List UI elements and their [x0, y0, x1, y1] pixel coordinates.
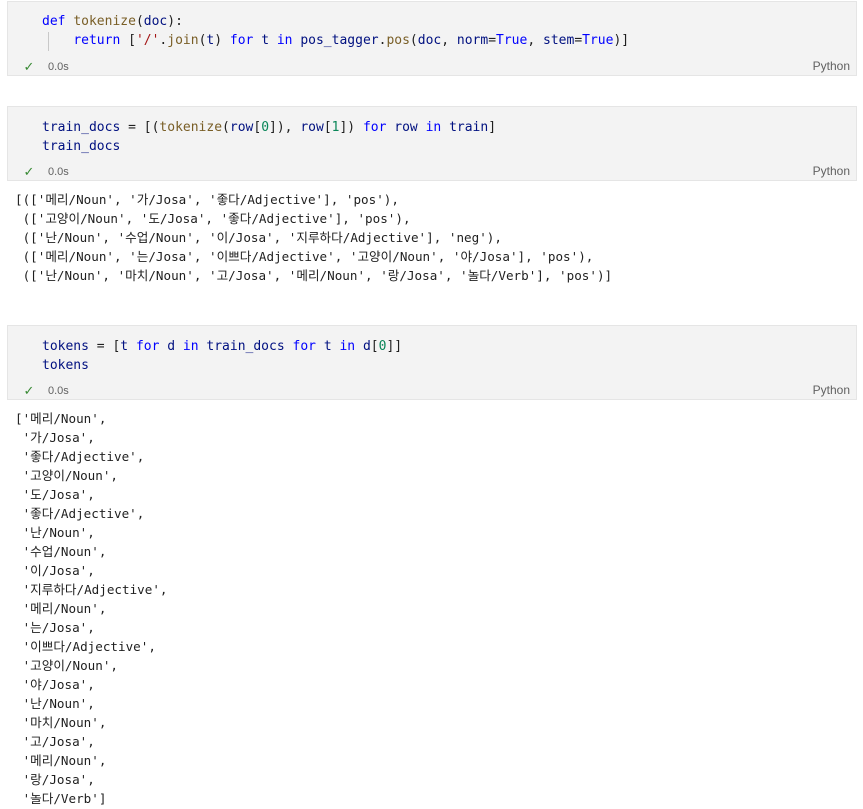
code-token: tokenize	[159, 120, 223, 135]
code-token: = [(	[120, 120, 160, 135]
code-token: ]]	[386, 339, 403, 354]
code-token: ])	[339, 120, 363, 135]
code-token: t	[261, 33, 270, 48]
code-token: True	[582, 33, 614, 48]
code-token: doc	[417, 33, 442, 48]
code-editor[interactable]: tokens = [t for d in train_docs for t in…	[42, 337, 402, 375]
code-token: row	[300, 120, 324, 135]
code-token: for	[229, 33, 254, 48]
code-token: tokenize	[73, 14, 136, 29]
cell-output: ['메리/Noun', '가/Josa', '좋다/Adjective', '고…	[15, 411, 168, 806]
code-cell-3[interactable]: tokens = [t for d in train_docs for t in…	[7, 325, 857, 400]
code-token: in	[276, 33, 293, 48]
code-line: tokens	[42, 356, 402, 375]
code-token: [	[253, 120, 262, 135]
code-token: in	[339, 339, 356, 354]
code-token: train_docs	[42, 139, 121, 154]
language-label[interactable]: Python	[813, 164, 850, 178]
code-token: for	[135, 339, 160, 354]
code-token: train_docs	[42, 120, 121, 135]
code-cell-2[interactable]: train_docs = [(tokenize(row[0]), row[1])…	[7, 106, 857, 181]
code-token: tokens	[42, 339, 89, 354]
code-token: row	[394, 120, 418, 135]
check-icon: ✓	[23, 383, 35, 398]
code-token: d	[167, 339, 176, 354]
code-token: for	[362, 120, 387, 135]
code-editor[interactable]: train_docs = [(tokenize(row[0]), row[1])…	[42, 118, 496, 156]
code-token: t	[323, 339, 332, 354]
code-token: (	[409, 33, 418, 48]
code-cell-1[interactable]: def tokenize(doc): return ['/'.join(t) f…	[7, 1, 857, 76]
code-token: [	[370, 339, 379, 354]
code-token: =	[574, 33, 583, 48]
code-token: row	[229, 120, 254, 135]
code-token: ):	[167, 14, 183, 29]
execution-status: ✓ 0.0s	[22, 383, 69, 399]
code-token: in	[182, 339, 199, 354]
cell-output: [(['메리/Noun', '가/Josa', '좋다/Adjective'],…	[15, 192, 613, 283]
code-token: ]),	[269, 120, 301, 135]
code-token: def	[42, 14, 66, 29]
code-token: join	[167, 33, 199, 48]
code-token: for	[292, 339, 316, 354]
code-token: )]	[613, 33, 630, 48]
code-line: tokens = [t for d in train_docs for t in…	[42, 337, 402, 356]
execution-status: ✓ 0.0s	[22, 59, 69, 75]
code-token: return	[73, 33, 121, 48]
code-token: tokens	[42, 358, 89, 373]
code-token: 0	[261, 120, 270, 135]
code-token: = [	[88, 339, 121, 354]
code-line: train_docs	[42, 137, 496, 156]
check-icon: ✓	[23, 164, 35, 179]
language-label[interactable]: Python	[813, 59, 850, 73]
code-line: train_docs = [(tokenize(row[0]), row[1])…	[42, 118, 496, 137]
code-token: ,	[527, 33, 543, 48]
code-token: norm	[456, 33, 489, 48]
code-line: def tokenize(doc):	[42, 12, 629, 31]
code-token: (	[222, 120, 230, 135]
code-token: d	[362, 339, 371, 354]
check-icon: ✓	[23, 59, 35, 74]
code-token: =	[488, 33, 497, 48]
language-label[interactable]: Python	[813, 383, 850, 397]
execution-status: ✓ 0.0s	[22, 164, 69, 180]
code-editor[interactable]: def tokenize(doc): return ['/'.join(t) f…	[42, 12, 629, 50]
code-token: pos_tagger	[300, 33, 379, 48]
code-token: '/'	[135, 33, 160, 48]
code-token: ]	[488, 120, 497, 135]
code-token: stem	[543, 33, 575, 48]
code-token: [	[120, 33, 136, 48]
execution-time: 0.0s	[48, 166, 69, 178]
code-token: [	[323, 120, 332, 135]
execution-time: 0.0s	[48, 385, 69, 397]
code-token: True	[496, 33, 528, 48]
code-token: )	[214, 33, 230, 48]
code-token: ,	[441, 33, 457, 48]
code-token: in	[425, 120, 442, 135]
code-token: doc	[143, 14, 168, 29]
code-token: train	[449, 120, 489, 135]
code-line: return ['/'.join(t) for t in pos_tagger.…	[42, 31, 629, 50]
execution-time: 0.0s	[48, 61, 69, 73]
code-token: (	[135, 14, 144, 29]
code-token: t	[120, 339, 129, 354]
code-token: pos	[386, 33, 410, 48]
code-token: train_docs	[206, 339, 285, 354]
